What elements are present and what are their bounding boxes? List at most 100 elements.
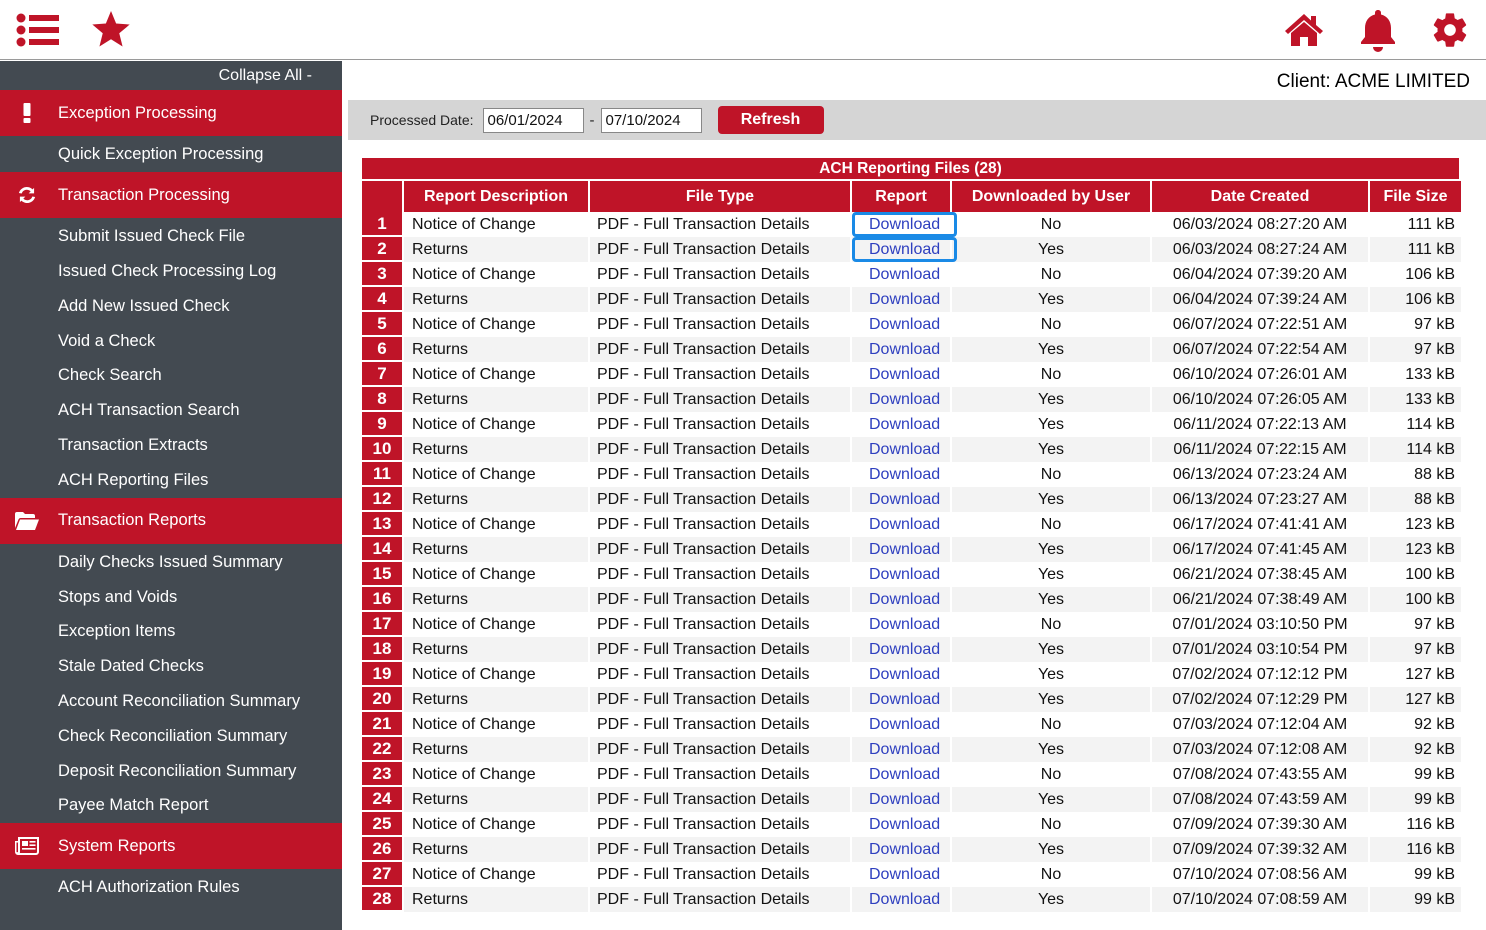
date-to-input[interactable] [600, 107, 702, 133]
refresh-button[interactable]: Refresh [717, 106, 824, 134]
date-separator: - [589, 111, 595, 129]
sidebar-item-account-reconciliation-summary[interactable]: Account Reconciliation Summary [0, 684, 342, 719]
sidebar-item-submit-issued-check-file[interactable]: Submit Issued Check File [0, 218, 342, 254]
download-link[interactable]: Download [852, 587, 957, 612]
download-link[interactable]: Download [852, 462, 957, 487]
download-link[interactable]: Download [852, 612, 957, 637]
sidebar-item-check-search[interactable]: Check Search [0, 358, 342, 393]
sidebar-section-system-reports[interactable]: System Reports [0, 823, 342, 870]
sidebar-item-ach-authorization-rules[interactable]: ACH Authorization Rules [0, 869, 342, 905]
date-created-cell: 06/07/2024 07:22:51 AM [1172, 315, 1348, 333]
settings-gear-icon[interactable] [1428, 8, 1472, 52]
download-link[interactable]: Download [852, 337, 957, 362]
sidebar-item-ach-reporting-files[interactable]: ACH Reporting Files [0, 463, 342, 498]
file-size-cell: 123 kB [1370, 537, 1461, 562]
date-created-cell: 07/02/2024 07:12:29 PM [1152, 687, 1368, 712]
sidebar-item-transaction-extracts[interactable]: Transaction Extracts [0, 428, 342, 463]
file-size-cell: 106 kB [1405, 265, 1455, 283]
sidebar-item-ach-transaction-search[interactable]: ACH Transaction Search [0, 393, 342, 428]
sidebar-item-issued-check-processing-log[interactable]: Issued Check Processing Log [0, 254, 342, 289]
report-cell: Download [852, 437, 950, 462]
date-created-cell: 06/04/2024 07:39:20 AM [1172, 265, 1348, 283]
download-link[interactable]: Download [852, 787, 957, 812]
download-link[interactable]: Download [852, 387, 957, 412]
file-type-cell: PDF - Full Transaction Details [597, 215, 810, 233]
download-link[interactable]: Download [852, 487, 957, 512]
column-header-file-type[interactable]: File Type [590, 181, 850, 212]
column-header-report[interactable]: Report [852, 181, 950, 212]
sidebar-section-exception-processing[interactable]: Exception Processing [0, 90, 342, 136]
report-cell: Download [852, 537, 950, 562]
table-row: 4 Returns PDF - Full Transaction Details Do… [362, 287, 1461, 312]
sidebar-item-stale-dated-checks[interactable]: Stale Dated Checks [0, 649, 342, 684]
download-link[interactable]: Download [852, 537, 957, 562]
column-header-date-created[interactable]: Date Created [1152, 181, 1368, 212]
report-cell: Download [852, 862, 950, 887]
sidebar-section-label: Exception Processing [58, 103, 217, 122]
date-from-input[interactable] [482, 107, 584, 133]
row-number: 11 [362, 462, 402, 487]
download-link[interactable]: Download [852, 237, 958, 262]
download-link[interactable]: Download [852, 312, 957, 337]
report-description-cell: Returns [404, 787, 588, 812]
download-link[interactable]: Download [852, 562, 957, 587]
download-link[interactable]: Download [852, 637, 957, 662]
download-link[interactable]: Download [852, 662, 957, 687]
downloaded-by-user-cell: No [1040, 765, 1062, 783]
sidebar-item-daily-checks-issued-summary[interactable]: Daily Checks Issued Summary [0, 544, 342, 580]
column-header-report-description[interactable]: Report Description [404, 181, 588, 212]
sidebar-item-stops-and-voids[interactable]: Stops and Voids [0, 580, 342, 615]
row-number: 26 [362, 837, 402, 862]
sidebar-item-check-reconciliation-summary[interactable]: Check Reconciliation Summary [0, 719, 342, 754]
sidebar-section-transaction-processing[interactable]: Transaction Processing [0, 172, 342, 218]
notifications-bell-icon[interactable] [1356, 8, 1400, 52]
table-row: 10 Returns PDF - Full Transaction Details D… [362, 437, 1461, 462]
date-created-cell: 07/08/2024 07:43:55 AM [1172, 765, 1348, 783]
date-created-cell: 06/11/2024 07:22:13 AM [1173, 415, 1347, 433]
download-link[interactable]: Download [852, 762, 957, 787]
file-type-cell: PDF - Full Transaction Details [597, 565, 810, 583]
downloaded-by-user-cell: Yes [952, 637, 1150, 662]
sidebar-item-quick-exception-processing[interactable]: Quick Exception Processing [0, 136, 342, 172]
download-link[interactable]: Download [852, 812, 957, 837]
report-description-cell: Notice of Change [412, 315, 536, 333]
sidebar-item-deposit-reconciliation-summary[interactable]: Deposit Reconciliation Summary [0, 754, 342, 789]
download-link[interactable]: Download [852, 712, 957, 737]
file-type-cell: PDF - Full Transaction Details [590, 837, 850, 862]
row-number: 5 [362, 312, 402, 337]
sidebar-section-transaction-reports[interactable]: Transaction Reports [0, 497, 342, 544]
download-link[interactable]: Download [852, 837, 957, 862]
file-type-cell: PDF - Full Transaction Details [597, 415, 810, 433]
download-link[interactable]: Download [852, 887, 957, 912]
date-created-cell: 07/03/2024 07:12:04 AM [1172, 715, 1348, 733]
download-link[interactable]: Download [852, 437, 957, 462]
menu-list-icon[interactable] [16, 8, 60, 52]
sidebar-item-add-new-issued-check[interactable]: Add New Issued Check [0, 289, 342, 324]
report-cell: Download [852, 362, 950, 387]
file-type-cell: PDF - Full Transaction Details [597, 865, 810, 883]
file-size-cell: 100 kB [1405, 565, 1455, 583]
column-header-file-size[interactable]: File Size [1370, 181, 1461, 212]
collapse-all-button[interactable]: Collapse All - [0, 61, 342, 90]
download-link[interactable]: Download [852, 862, 957, 887]
row-number: 4 [362, 287, 402, 312]
main-content: Client: ACME LIMITED Processed Date: - R… [342, 61, 1486, 930]
exclamation-icon [0, 103, 58, 123]
file-size-cell: 111 kB [1370, 237, 1461, 262]
download-link[interactable]: Download [852, 212, 958, 237]
home-icon[interactable] [1282, 8, 1326, 52]
sidebar-item-void-a-check[interactable]: Void a Check [0, 324, 342, 359]
download-link[interactable]: Download [852, 262, 957, 287]
download-link[interactable]: Download [852, 737, 957, 762]
column-header-downloaded-by-user[interactable]: Downloaded by User [952, 181, 1150, 212]
download-link[interactable]: Download [852, 687, 957, 712]
download-link[interactable]: Download [852, 412, 957, 437]
favorites-star-icon[interactable] [89, 8, 133, 52]
newspaper-icon [0, 837, 58, 856]
download-link[interactable]: Download [852, 512, 957, 537]
download-link[interactable]: Download [852, 362, 957, 387]
sidebar-item-payee-match-report[interactable]: Payee Match Report [0, 788, 342, 823]
file-type-cell: PDF - Full Transaction Details [590, 787, 850, 812]
download-link[interactable]: Download [852, 287, 957, 312]
sidebar-item-exception-items[interactable]: Exception Items [0, 614, 342, 649]
